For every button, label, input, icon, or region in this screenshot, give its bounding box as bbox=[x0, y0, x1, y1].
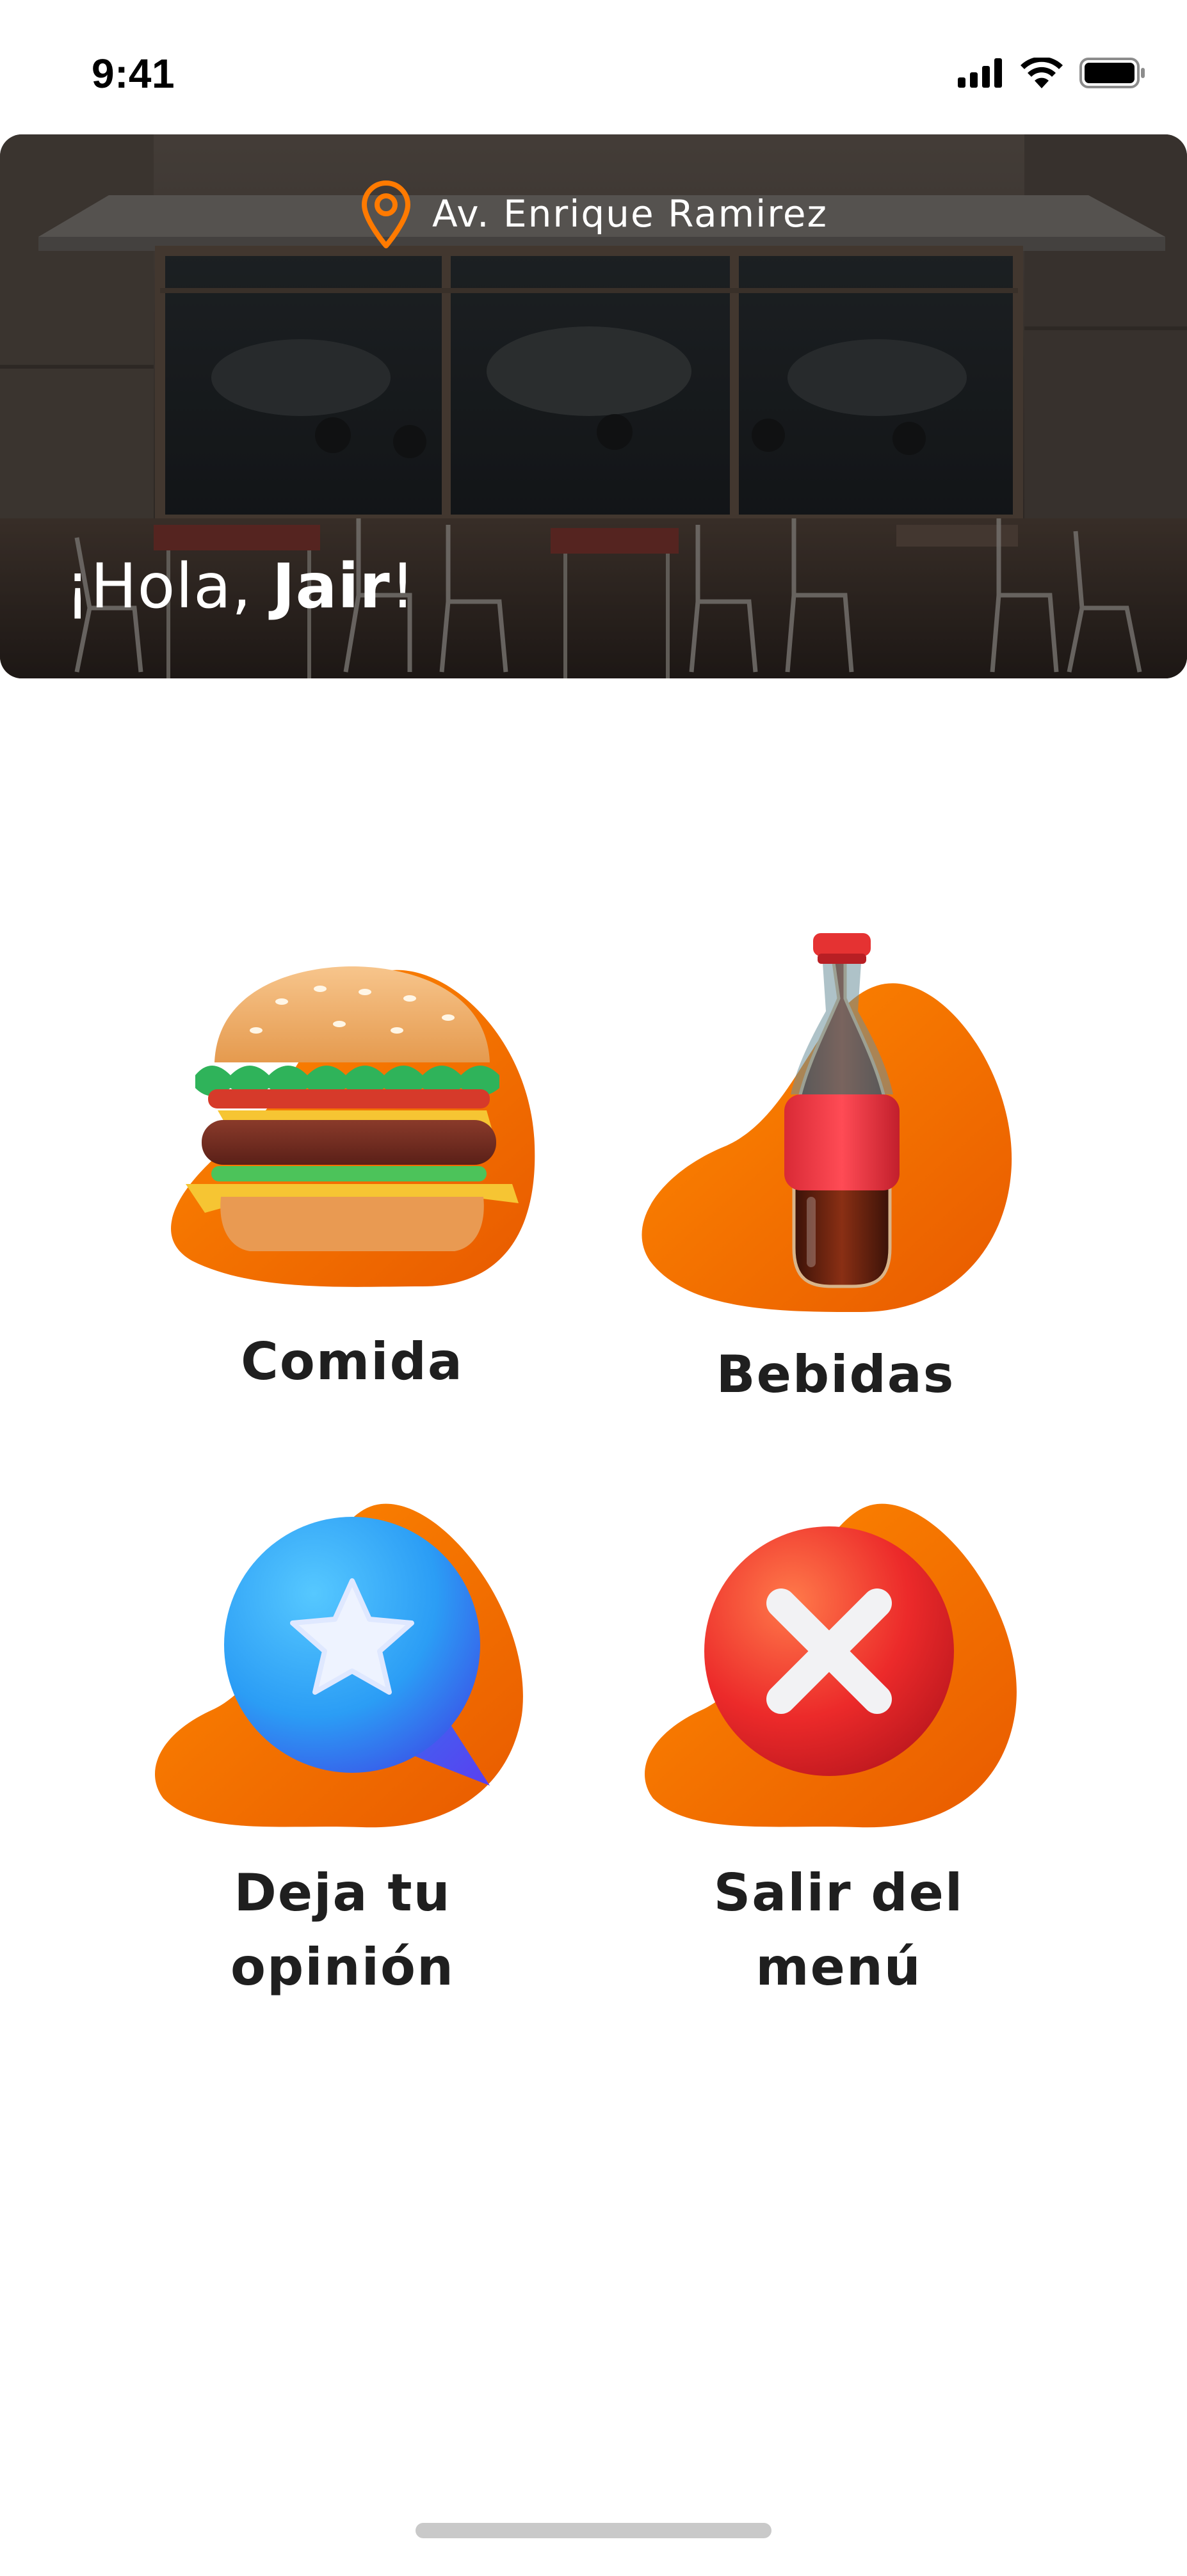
menu-label-feedback-line1: Deja tu bbox=[234, 1863, 451, 1923]
menu-item-feedback[interactable]: Deja tu opinión bbox=[99, 1491, 586, 2067]
status-icons bbox=[958, 58, 1146, 88]
status-bar: 9:41 bbox=[0, 0, 1187, 134]
map-pin-icon bbox=[362, 180, 411, 248]
greeting-suffix: ! bbox=[390, 550, 416, 622]
home-indicator[interactable] bbox=[416, 2523, 771, 2538]
burger-icon bbox=[171, 966, 535, 1287]
menu-label-exit: Salir del menú bbox=[595, 1856, 1082, 2004]
location-bar[interactable]: Av. Enrique Ramirez bbox=[0, 179, 1187, 248]
menu-label-food: Comida bbox=[241, 1332, 464, 1391]
battery-icon bbox=[1079, 58, 1145, 88]
status-time: 9:41 bbox=[92, 51, 175, 97]
user-name: Jair bbox=[271, 550, 391, 622]
menu-label-feedback: Deja tu opinión bbox=[99, 1856, 586, 2004]
menu-item-food[interactable]: Comida bbox=[109, 928, 595, 1504]
close-circle-icon bbox=[644, 1503, 1017, 1828]
star-chat-icon bbox=[154, 1503, 523, 1828]
menu-item-drinks[interactable]: Bebidas bbox=[592, 928, 1079, 1504]
menu-label-feedback-line2: opinión bbox=[230, 1937, 455, 1997]
soda-bottle-icon bbox=[642, 933, 1012, 1312]
menu-item-exit[interactable]: Salir del menú bbox=[595, 1491, 1082, 2067]
greeting: ¡Hola, Jair! bbox=[65, 550, 416, 622]
menu-label-exit-line1: Salir del bbox=[713, 1863, 964, 1923]
wifi-icon bbox=[1021, 58, 1063, 88]
location-label: Av. Enrique Ramirez bbox=[432, 192, 828, 236]
restaurant-header: Av. Enrique Ramirez ¡Hola, Jair! bbox=[0, 134, 1187, 678]
cellular-signal-icon bbox=[958, 58, 1002, 88]
menu-label-exit-line2: menú bbox=[755, 1937, 922, 1997]
menu-label-drinks: Bebidas bbox=[716, 1345, 955, 1404]
greeting-prefix: ¡Hola, bbox=[65, 550, 272, 622]
